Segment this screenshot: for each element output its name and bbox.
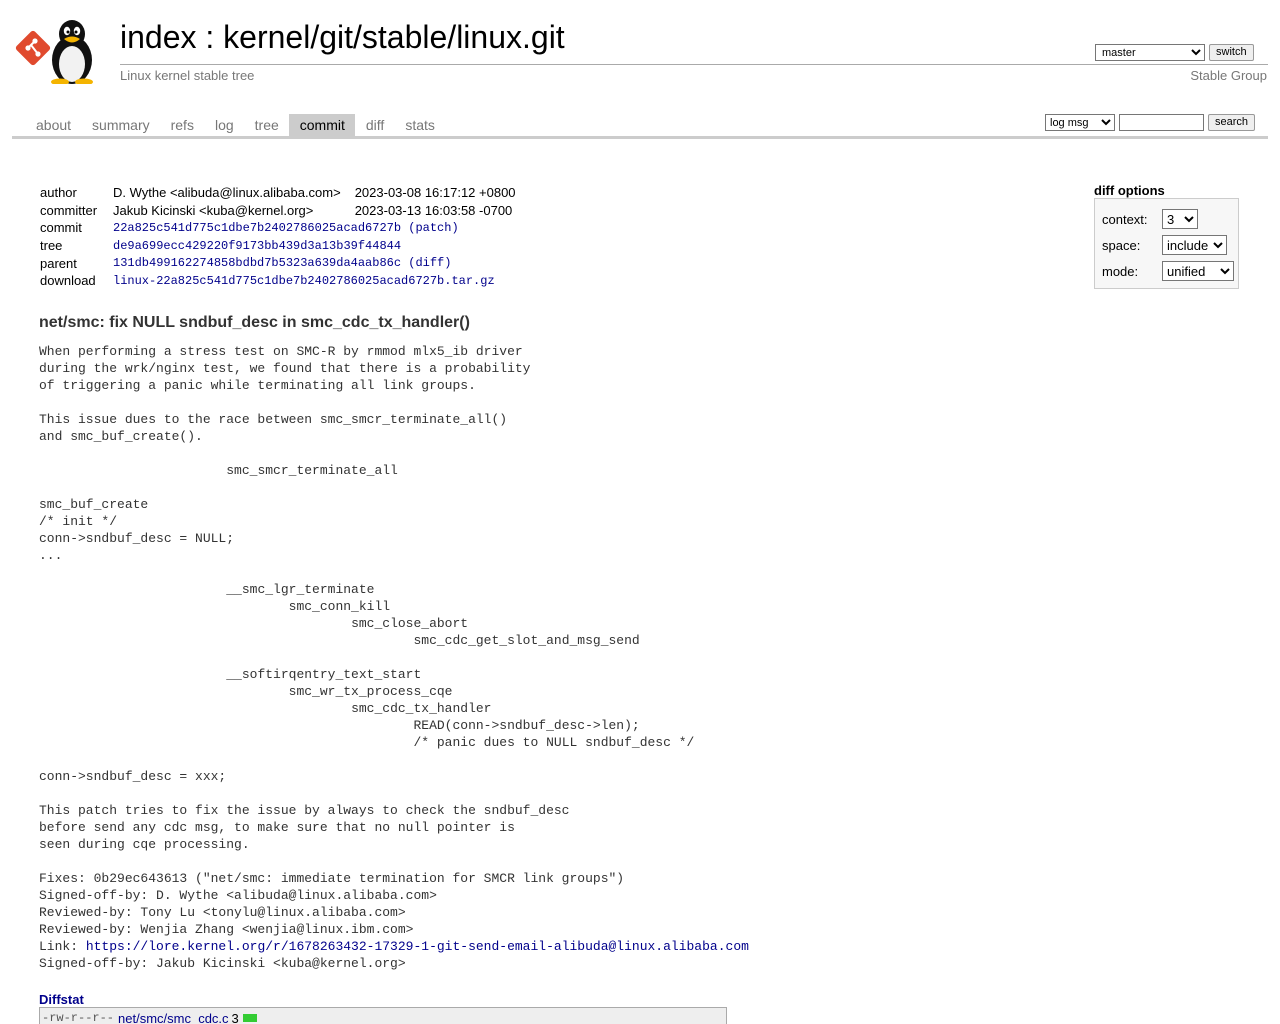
parent-row: parent 131db499162274858bdbd7b5323a639da… <box>40 254 516 272</box>
author-label: author <box>40 185 77 201</box>
space-select[interactable]: include <box>1162 235 1227 255</box>
context-option: context: 3 <box>1102 209 1198 229</box>
tree-sha-link[interactable]: de9a699ecc429220f9173bb439d3a13b39f44844 <box>113 239 401 253</box>
branch-select[interactable]: master <box>1095 44 1205 61</box>
download-row: download linux-22a825c541d775c1dbe7b2402… <box>40 272 516 290</box>
context-label: context: <box>1102 211 1148 227</box>
file-mode: -rw-r--r-- <box>42 1011 115 1024</box>
space-label: space: <box>1102 237 1141 253</box>
commit-subject: net/smc: fix NULL sndbuf_desc in smc_cdc… <box>39 314 470 331</box>
tab-summary[interactable]: summary <box>81 114 160 136</box>
branch-switch-form: master switch <box>1095 44 1254 61</box>
tab-stats[interactable]: stats <box>394 114 445 136</box>
parent-sha-cell: 131db499162274858bdbd7b5323a639da4aab86c… <box>113 256 452 271</box>
author-date: 2023-03-08 16:17:12 +0800 <box>354 185 516 201</box>
commit-row: commit 22a825c541d775c1dbe7b2402786025ac… <box>40 219 516 237</box>
tree-label: tree <box>40 238 63 254</box>
diffstat-file-link[interactable]: net/smc/smc_cdc.c <box>118 1011 229 1024</box>
patch-link[interactable]: patch <box>415 221 451 235</box>
mode-label: mode: <box>1102 263 1139 279</box>
diffstat-header[interactable]: Diffstat <box>39 992 84 1007</box>
commit-sha-link[interactable]: 22a825c541d775c1dbe7b2402786025acad6727b <box>113 221 401 235</box>
diffstat-add-bar <box>242 1014 257 1022</box>
space-option: space: include <box>1102 235 1227 255</box>
commit-info-table: author D. Wythe <alibuda@linux.alibaba.c… <box>40 184 516 290</box>
author-value: D. Wythe <alibuda@linux.alibaba.com> <box>113 185 341 201</box>
context-select[interactable]: 3 <box>1162 209 1198 229</box>
repo-description: Linux kernel stable tree <box>120 68 255 83</box>
tab-diff[interactable]: diff <box>355 114 394 136</box>
diffstat-count: 3 <box>231 1010 239 1024</box>
switch-button[interactable]: switch <box>1209 44 1254 61</box>
parent-label: parent <box>40 255 77 271</box>
tab-commit[interactable]: commit <box>288 114 355 136</box>
search-form: log msg search <box>1045 114 1256 131</box>
tux-penguin-icon <box>51 20 93 84</box>
search-button[interactable]: search <box>1208 114 1256 131</box>
diffstat-table: -rw-r--r-- net/smc/smc_cdc.c 3 <box>39 1007 727 1024</box>
download-link[interactable]: linux-22a825c541d775c1dbe7b2402786025aca… <box>113 274 495 288</box>
mode-option: mode: unified <box>1102 261 1234 281</box>
commit-message-body: When performing a stress test on SMC-R b… <box>39 344 695 937</box>
title-separator: : <box>196 19 224 55</box>
diff-options-panel: context: 3 space: include mode: unified <box>1094 198 1239 289</box>
diff-link[interactable]: diff <box>415 256 444 270</box>
search-input[interactable] <box>1119 114 1204 131</box>
author-row: author D. Wythe <alibuda@linux.alibaba.c… <box>40 184 516 202</box>
mode-select[interactable]: unified <box>1162 261 1234 281</box>
commit-label: commit <box>40 220 82 236</box>
repo-owner: Stable Group <box>1190 68 1267 83</box>
tab-about[interactable]: about <box>25 114 81 136</box>
tree-sha-cell: de9a699ecc429220f9173bb439d3a13b39f44844 <box>113 237 516 255</box>
committer-value: Jakub Kicinski <kuba@kernel.org> <box>113 202 314 218</box>
download-label: download <box>40 273 96 289</box>
header-divider <box>120 64 1268 65</box>
tab-refs[interactable]: refs <box>160 114 204 136</box>
cgit-logo[interactable] <box>14 12 110 84</box>
tab-tree[interactable]: tree <box>244 114 289 136</box>
page-title: index : kernel/git/stable/linux.git <box>120 17 565 57</box>
commit-sha-cell: 22a825c541d775c1dbe7b2402786025acad6727b… <box>113 220 459 235</box>
repo-link[interactable]: kernel/git/stable/linux.git <box>223 19 565 55</box>
download-cell: linux-22a825c541d775c1dbe7b2402786025aca… <box>113 272 516 290</box>
committer-date: 2023-03-13 16:03:58 -0700 <box>354 202 513 218</box>
committer-row: committer Jakub Kicinski <kuba@kernel.or… <box>40 202 516 220</box>
search-mode-select[interactable]: log msg <box>1045 114 1115 131</box>
parent-sha-link[interactable]: 131db499162274858bdbd7b5323a639da4aab86c <box>113 256 401 270</box>
link-prefix: Link: <box>39 939 86 954</box>
commit-message: When performing a stress test on SMC-R b… <box>39 343 749 972</box>
diff-options-title: diff options <box>1094 183 1165 198</box>
committer-label: committer <box>40 202 98 218</box>
index-link[interactable]: index <box>120 19 197 55</box>
commit-message-tail: Signed-off-by: Jakub Kicinski <kuba@kern… <box>39 956 406 971</box>
lore-link[interactable]: https://lore.kernel.org/r/1678263432-173… <box>86 939 749 954</box>
git-logo-icon <box>15 30 51 66</box>
tree-row: tree de9a699ecc429220f9173bb439d3a13b39f… <box>40 237 516 255</box>
tab-log[interactable]: log <box>204 114 244 136</box>
